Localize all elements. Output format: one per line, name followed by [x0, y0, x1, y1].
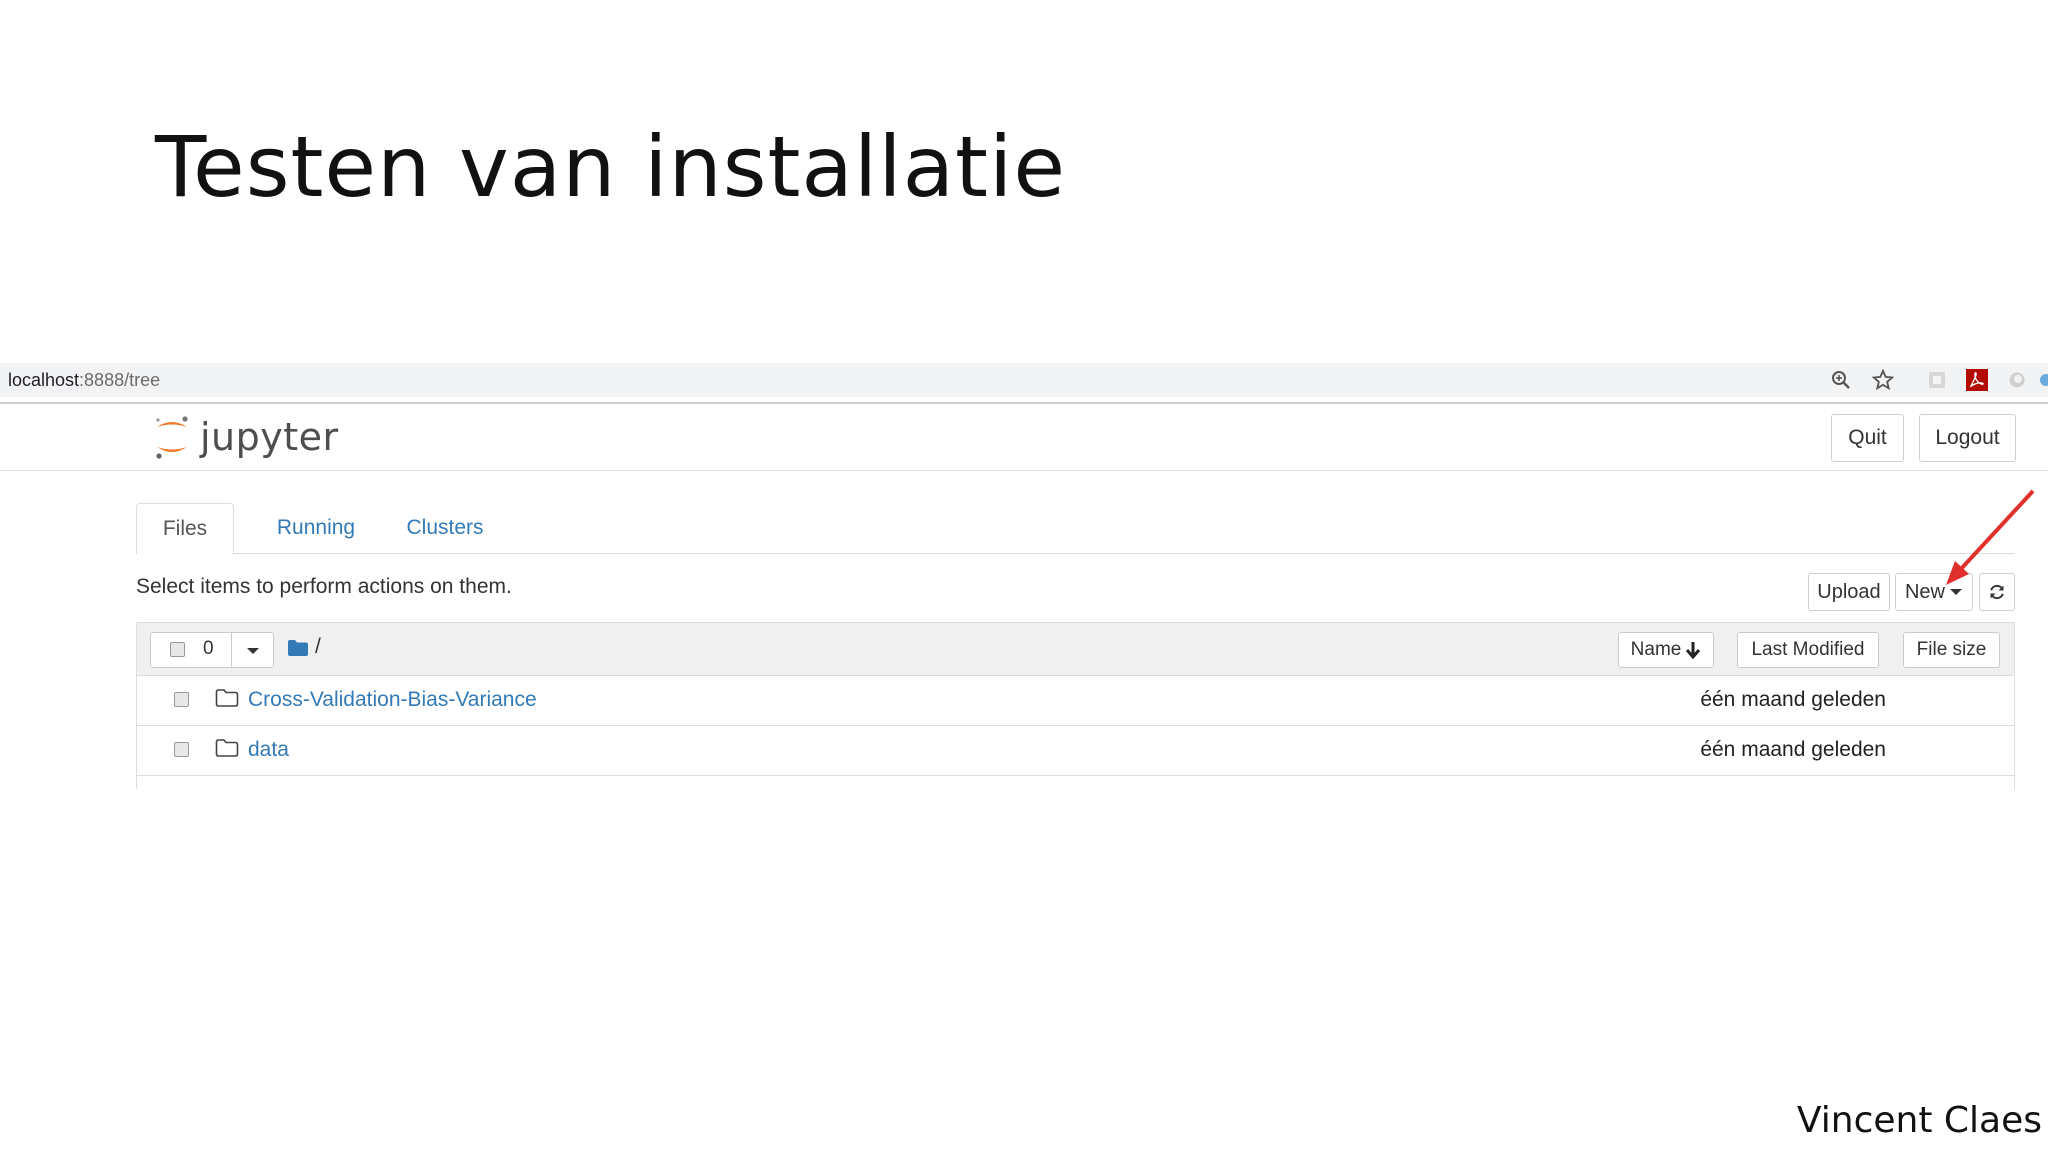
profile-icon[interactable] — [2036, 365, 2048, 395]
logout-button[interactable]: Logout — [1919, 414, 2016, 462]
selected-count: 0 — [203, 638, 214, 659]
sort-by-last-modified-button[interactable]: Last Modified — [1737, 632, 1879, 668]
folder-filled-icon[interactable] — [287, 639, 309, 657]
jupyter-logo-icon — [156, 416, 188, 459]
quit-button[interactable]: Quit — [1831, 414, 1904, 462]
url-host: localhost — [8, 369, 80, 390]
tab-running[interactable]: Running — [251, 503, 381, 553]
caret-down-icon — [1950, 589, 1962, 595]
tab-files[interactable]: Files — [136, 503, 234, 555]
browser-address-bar[interactable]: localhost:8888/tree — [0, 363, 2048, 397]
jupyter-logo-text: jupyter — [200, 415, 339, 459]
file-name-link[interactable]: data — [248, 738, 289, 762]
selector-divider — [231, 633, 232, 667]
jupyter-header: jupyter Quit Logout — [0, 404, 2048, 471]
file-list-header: 0 / Name Last Modified File size — [137, 623, 2014, 676]
url-path: :8888/tree — [79, 369, 161, 390]
folder-icon — [215, 689, 239, 707]
select-all-control[interactable]: 0 — [150, 632, 274, 668]
new-dropdown-button[interactable]: New — [1895, 573, 1973, 611]
tab-clusters[interactable]: Clusters — [386, 503, 504, 553]
name-column-label: Name — [1630, 639, 1682, 660]
tab-bar: Files Running Clusters — [136, 503, 2014, 555]
list-item[interactable]: Cross-Validation-Bias-Variance één maand… — [137, 676, 2014, 726]
circle-extension-icon[interactable] — [2002, 365, 2032, 395]
row-checkbox[interactable] — [174, 692, 189, 707]
file-list: 0 / Name Last Modified File size Cross-V… — [136, 622, 2015, 789]
jupyter-logo[interactable]: jupyter — [152, 414, 339, 460]
folder-icon — [215, 739, 239, 757]
refresh-button[interactable] — [1979, 573, 2015, 611]
extension-icon[interactable] — [1922, 365, 1952, 395]
new-button-label: New — [1904, 580, 1945, 603]
caret-down-icon[interactable] — [246, 646, 260, 656]
last-modified-text: één maand geleden — [1700, 688, 1886, 711]
star-icon[interactable] — [1868, 365, 1898, 395]
zoom-icon[interactable] — [1826, 365, 1856, 395]
sort-by-file-size-button[interactable]: File size — [1903, 632, 2000, 668]
selection-hint: Select items to perform actions on them. — [136, 575, 512, 598]
select-all-checkbox[interactable] — [170, 642, 185, 657]
breadcrumb-root[interactable]: / — [315, 635, 321, 659]
slide-author: Vincent Claes — [1796, 1100, 2042, 1141]
sort-by-name-button[interactable]: Name — [1618, 632, 1714, 668]
last-modified-text: één maand geleden — [1700, 738, 1886, 761]
list-item[interactable]: data één maand geleden — [137, 726, 2014, 776]
url-text[interactable]: localhost:8888/tree — [8, 370, 160, 391]
pdf-icon[interactable] — [1962, 365, 1992, 395]
upload-button[interactable]: Upload — [1808, 573, 1890, 611]
slide-title: Testen van installatie — [155, 118, 1067, 216]
file-name-link[interactable]: Cross-Validation-Bias-Variance — [248, 688, 537, 712]
arrow-down-icon — [1686, 642, 1701, 659]
row-checkbox[interactable] — [174, 742, 189, 757]
refresh-icon — [1990, 584, 2004, 600]
